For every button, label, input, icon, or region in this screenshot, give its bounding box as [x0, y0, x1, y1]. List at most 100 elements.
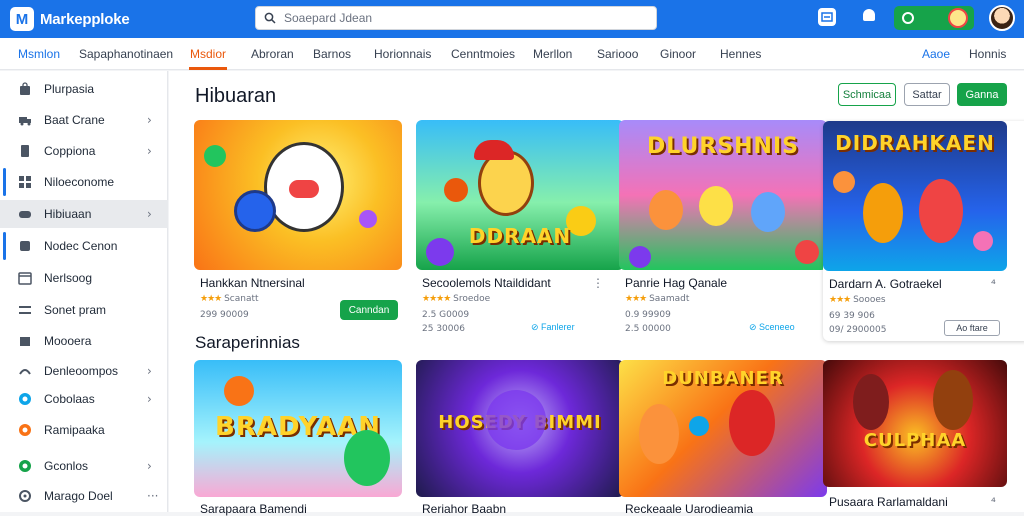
tab-11[interactable]: Hennes [720, 47, 761, 61]
card-link[interactable]: ⊘ Fanlerer [531, 322, 575, 333]
sliders-icon [19, 369, 31, 375]
game-card-4[interactable]: DIDRAHKAEN Dardarn A. Gotraekel ⁴ ★★★ So… [823, 121, 1024, 341]
game-card-7[interactable]: DUNBANER Reckeaale Uarodieamia [619, 360, 827, 516]
sidebar-label: Nerlsoog [44, 271, 93, 285]
more-options-icon[interactable]: ⋮ [592, 276, 604, 290]
game-title[interactable]: Hankkan Ntnersinal [200, 276, 305, 290]
logo[interactable]: M Markepploke [10, 7, 240, 31]
game-thumbnail-1[interactable] [194, 120, 402, 270]
thumbnail-title-text: DDRAAN [468, 224, 572, 248]
game-thumbnail-5[interactable]: BRADYAAN [194, 360, 402, 497]
card-chip-button[interactable]: Ao ftare [944, 320, 1000, 336]
sidebar-item-1[interactable]: Plurpasia [0, 75, 168, 103]
game-title[interactable]: Sarapaara Bamendi [200, 502, 307, 516]
thumbnail-title-text: CULPHAA [863, 430, 967, 451]
tab-9[interactable]: Sariooo [597, 47, 638, 61]
sidebar-item-10[interactable]: Denleoompos › [0, 357, 168, 385]
sort-button[interactable]: Sattar [904, 83, 950, 106]
orb-decoration [224, 376, 254, 406]
card-install-button[interactable]: Canndan [340, 300, 398, 320]
tab-3-selected[interactable]: Msdior [190, 47, 226, 61]
character-figure [863, 183, 903, 243]
orb-decoration [973, 231, 993, 251]
app-name: Markepploke [40, 10, 130, 28]
tab-12[interactable]: Aaoe [922, 47, 950, 61]
character-figure [639, 404, 679, 464]
sidebar-item-13[interactable]: Gconlos › [0, 452, 168, 480]
orb-decoration [204, 145, 226, 167]
game-thumbnail-8[interactable]: CULPHAA [823, 360, 1007, 487]
game-title[interactable]: Panrie Hag Qanale [625, 276, 727, 290]
search-input[interactable] [284, 11, 624, 25]
chevron-right-icon: › [147, 113, 152, 127]
star-icon: ★★★★ [422, 294, 451, 304]
search-bar[interactable] [255, 6, 657, 30]
character-figure [751, 192, 785, 232]
doc-icon [21, 145, 29, 157]
tab-8[interactable]: Merllon [533, 47, 572, 61]
game-thumbnail-7[interactable]: DUNBANER [619, 360, 827, 497]
sidebar-item-9[interactable]: Moooera [0, 327, 168, 355]
sidebar-label: Baat Crane [44, 113, 105, 127]
primary-action-button[interactable]: Ganna [957, 83, 1007, 106]
game-title[interactable]: Reriahor Baabn [422, 502, 506, 516]
search-icon [264, 12, 276, 24]
game-title[interactable]: Dardarn A. Gotraekel [829, 277, 942, 291]
card-link[interactable]: ⊘ Sceneeo [749, 322, 795, 333]
game-card-1[interactable]: Hankkan Ntnersinal ★★★ Scanatt 299 90009… [194, 120, 402, 330]
game-card-6[interactable]: HOSEDY BIMMI Reriahor Baabn [416, 360, 624, 516]
list-icon [19, 306, 31, 314]
game-title[interactable]: Reckeaale Uarodieamia [625, 502, 753, 516]
store-icon[interactable] [818, 8, 836, 26]
sidebar-item-14[interactable]: Marago Doel ··· [0, 482, 168, 510]
sidebar-item-3[interactable]: Coppiona › [0, 137, 168, 165]
more-icon[interactable]: ··· [147, 489, 158, 503]
tab-10[interactable]: Ginoor [660, 47, 696, 61]
game-card-3[interactable]: DLURSHNIS Panrie Hag Qanale ★★★ Saamadt … [619, 120, 827, 334]
game-card-8[interactable]: CULPHAA Pusaara Rarlamaldani ⁴ [823, 360, 1024, 512]
tab-7[interactable]: Cenntmoies [451, 47, 515, 61]
sidebar-item-4[interactable]: Niloeconome [0, 168, 168, 196]
card-link-label: Fanlerer [541, 322, 575, 332]
orb-decoration [486, 390, 546, 450]
calendar-icon [18, 272, 32, 285]
sidebar-item-7[interactable]: Nerlsoog [0, 264, 168, 292]
sidebar-item-12[interactable]: Ramipaaka [0, 416, 168, 444]
game-title[interactable]: Pusaara Rarlamaldani [829, 495, 948, 509]
filter-button[interactable]: Schmicaa [838, 83, 896, 106]
rating-text: Scanatt [224, 294, 259, 304]
game-thumbnail-6[interactable]: HOSEDY BIMMI [416, 360, 624, 497]
game-title[interactable]: Secoolemols Ntaildidant [422, 276, 551, 290]
orb-decoration [833, 171, 855, 193]
sidebar-label: Ramipaaka [44, 423, 105, 437]
game-thumbnail-2[interactable]: DDRAAN [416, 120, 624, 270]
tag-icon [20, 241, 30, 251]
tab-1[interactable]: Msmlon [18, 47, 60, 61]
tab-13[interactable]: Honnis [969, 47, 1006, 61]
flame-icon [19, 424, 31, 436]
sidebar-label: Sonet pram [44, 303, 107, 317]
game-thumbnail-3[interactable]: DLURSHNIS [619, 120, 827, 270]
notification-bell-icon[interactable] [860, 8, 878, 26]
chevron-right-icon: › [147, 364, 152, 378]
more-options-icon[interactable]: ⁴ [991, 495, 996, 509]
game-thumbnail-4[interactable]: DIDRAHKAEN [823, 121, 1007, 271]
game-card-2[interactable]: DDRAAN Secoolemols Ntaildidant ⋮ ★★★★ Sr… [416, 120, 624, 334]
category-nav: Msmlon Sapaphanotinaen Msdior Abroran Ba… [0, 38, 1024, 70]
rating-text: Sroedoe [453, 294, 491, 304]
game-card-5[interactable]: BRADYAAN Sarapaara Bamendi [194, 360, 402, 516]
game-meta-secondary: 2.5 00000 [625, 324, 671, 334]
tab-5[interactable]: Barnos [313, 47, 351, 61]
sidebar-item-2[interactable]: Baat Crane › [0, 106, 168, 134]
sidebar-item-6[interactable]: Nodec Cenon [0, 232, 168, 260]
tab-4[interactable]: Abroran [251, 47, 294, 61]
more-options-icon[interactable]: ⁴ [991, 277, 996, 291]
rewards-pill[interactable] [894, 6, 974, 30]
sidebar-item-8[interactable]: Sonet pram [0, 296, 168, 324]
user-avatar[interactable] [989, 5, 1015, 31]
tab-6[interactable]: Horionnais [374, 47, 431, 61]
sidebar-item-5-selected[interactable]: Hibiuaan › [0, 200, 168, 228]
tab-2[interactable]: Sapaphanotinaen [79, 47, 173, 61]
sidebar-label: Denleoompos [44, 364, 119, 378]
sidebar-item-11[interactable]: Cobolaas › [0, 385, 168, 413]
